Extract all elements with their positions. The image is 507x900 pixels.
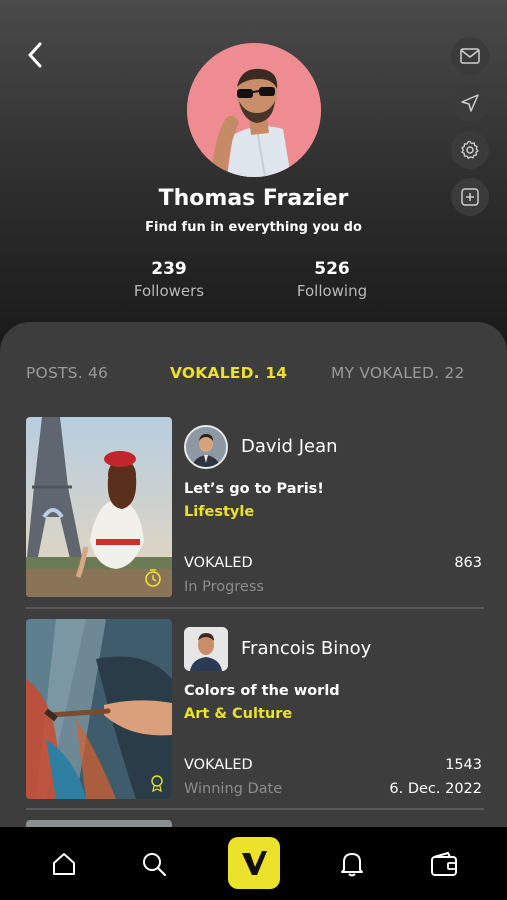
content-tabs: POSTS. 46 VOKALED. 14 MY VOKALED. 22 xyxy=(0,364,507,386)
back-button[interactable] xyxy=(20,40,50,70)
bell-icon xyxy=(341,852,363,876)
content-panel: POSTS. 46 VOKALED. 14 MY VOKALED. 22 Dav… xyxy=(0,322,507,900)
list-item[interactable]: Francois Binoy Colors of the world Art &… xyxy=(26,619,484,809)
back-arrow-icon xyxy=(28,42,42,68)
following-count: 526 xyxy=(314,259,350,279)
list-item[interactable]: David Jean Let’s go to Paris! Lifestyle … xyxy=(26,417,484,607)
tab-my-vokaled[interactable]: MY VOKALED. 22 xyxy=(331,364,465,382)
nav-home[interactable] xyxy=(36,827,92,900)
followers-count: 239 xyxy=(151,259,187,279)
following-label: Following xyxy=(296,282,368,300)
send-icon xyxy=(461,94,479,112)
card-username[interactable]: David Jean xyxy=(241,436,338,457)
profile-bio: Find fun in everything you do xyxy=(145,220,362,235)
search-icon xyxy=(143,852,167,876)
status-text: In Progress xyxy=(184,579,264,595)
nav-wallet[interactable] xyxy=(416,827,472,900)
vokal-logo-icon xyxy=(242,851,267,875)
mail-icon xyxy=(460,48,480,64)
card-category[interactable]: Lifestyle xyxy=(184,504,254,520)
followers-label: Followers xyxy=(133,282,205,300)
vokaled-count: 1543 xyxy=(445,757,482,773)
nav-search[interactable] xyxy=(126,827,182,900)
wallet-icon xyxy=(431,851,457,876)
date-label: Winning Date xyxy=(184,781,283,797)
divider xyxy=(26,808,484,810)
settings-icon xyxy=(461,140,479,159)
message-button[interactable] xyxy=(451,37,489,75)
tab-posts[interactable]: POSTS. 46 xyxy=(26,364,108,382)
avatar[interactable] xyxy=(184,627,228,671)
followers-stat[interactable]: 239 Followers xyxy=(99,259,239,300)
nav-vokal[interactable] xyxy=(228,837,280,889)
profile-header: Thomas Frazier Find fun in everything yo… xyxy=(0,0,507,360)
home-icon xyxy=(53,852,75,875)
vokaled-label: VOKALED xyxy=(184,757,253,773)
post-thumbnail[interactable] xyxy=(26,417,172,597)
card-username[interactable]: Francois Binoy xyxy=(241,638,371,659)
nav-notifications[interactable] xyxy=(324,827,380,900)
winning-date: 6. Dec. 2022 xyxy=(389,781,482,797)
card-title: Colors of the world xyxy=(184,683,340,699)
card-title: Let’s go to Paris! xyxy=(184,481,324,497)
tab-vokaled[interactable]: VOKALED. 14 xyxy=(170,364,287,382)
profile-name: Thomas Frazier xyxy=(158,186,349,211)
profile-avatar[interactable] xyxy=(187,43,321,177)
share-button[interactable] xyxy=(451,84,489,122)
vokaled-count: 863 xyxy=(454,555,482,571)
bottom-navigation xyxy=(0,827,507,900)
vokaled-label: VOKALED xyxy=(184,555,253,571)
divider xyxy=(26,607,484,609)
following-stat[interactable]: 526 Following xyxy=(262,259,402,300)
card-category[interactable]: Art & Culture xyxy=(184,706,292,722)
avatar[interactable] xyxy=(184,425,228,469)
post-thumbnail[interactable] xyxy=(26,619,172,799)
settings-button[interactable] xyxy=(451,131,489,169)
